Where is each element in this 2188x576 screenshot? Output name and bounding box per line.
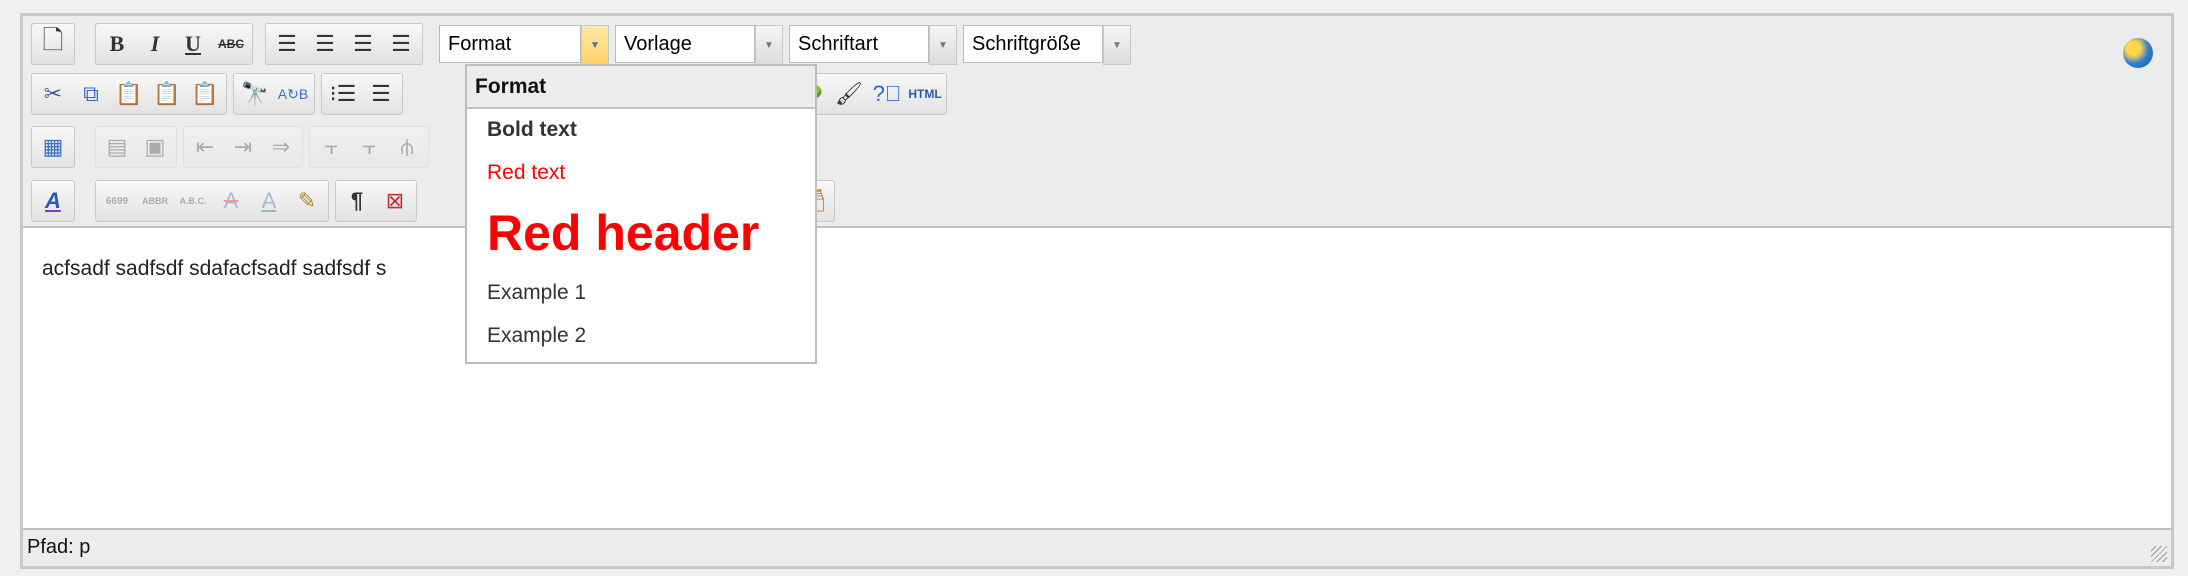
align-left-icon[interactable]: ☰ bbox=[268, 24, 306, 64]
template-select-value[interactable]: Vorlage bbox=[615, 25, 755, 63]
html-source-button[interactable]: HTML bbox=[906, 74, 944, 114]
group-table-props: ▤ ▣ bbox=[95, 126, 177, 168]
cell-props-icon[interactable]: ▣ bbox=[136, 127, 174, 167]
cleanup-brush-icon[interactable]: 🖌 bbox=[830, 74, 868, 114]
font-select[interactable]: Schriftart ▼ bbox=[789, 25, 957, 65]
template-select[interactable]: Vorlage ▼ bbox=[615, 25, 783, 65]
new-document-icon[interactable]: 🗋 bbox=[34, 24, 72, 64]
delete-text-icon[interactable]: A bbox=[212, 181, 250, 221]
group-clipboard: ✂ ⧉ 📋 📋 📋 bbox=[31, 73, 227, 115]
italic-button[interactable]: I bbox=[136, 24, 174, 64]
align-right-icon[interactable]: ☰ bbox=[344, 24, 382, 64]
group-text-style: B I U ABC bbox=[95, 23, 253, 65]
quote-button[interactable]: 6699 bbox=[98, 181, 136, 221]
paste-word-icon[interactable]: 📋 bbox=[186, 74, 224, 114]
find-icon[interactable]: 🔭 bbox=[236, 74, 274, 114]
delete-col-icon[interactable]: ⫛ bbox=[388, 127, 426, 167]
group-cols: ⫟ ⫟ ⫛ bbox=[309, 126, 429, 168]
group-align: ☰ ☰ ☰ ☰ bbox=[265, 23, 423, 65]
align-center-icon[interactable]: ☰ bbox=[306, 24, 344, 64]
chevron-down-icon[interactable]: ▼ bbox=[929, 25, 957, 65]
numbered-list-icon[interactable]: ☰ bbox=[362, 74, 400, 114]
editor-content-area[interactable]: acfsadf sadfsdf sdafacfsadf sadfsdf s bbox=[23, 226, 2171, 530]
bullet-list-icon[interactable]: ⁝☰ bbox=[324, 74, 362, 114]
format-option-red-text[interactable]: Red text bbox=[487, 161, 565, 185]
paste-icon[interactable]: 📋 bbox=[110, 74, 148, 114]
insert-text-icon[interactable]: A bbox=[250, 181, 288, 221]
visual-chars-icon[interactable]: ¶ bbox=[338, 181, 376, 221]
insert-row-after-icon[interactable]: ⇥ bbox=[224, 127, 262, 167]
paste-text-icon[interactable]: 📋 bbox=[148, 74, 186, 114]
font-select-value[interactable]: Schriftart bbox=[789, 25, 929, 63]
format-menu-header: Format bbox=[467, 66, 815, 109]
attributes-icon[interactable]: ✎ bbox=[288, 181, 326, 221]
abbr-button[interactable]: ABBR bbox=[136, 181, 174, 221]
help-icon[interactable]: ?⃝ bbox=[868, 74, 906, 114]
editor-frame: 🗋 B I U ABC ☰ ☰ ☰ ☰ Format ▼ Vorlage ▼ S… bbox=[20, 13, 2174, 569]
insert-col-before-icon[interactable]: ⫟ bbox=[312, 127, 350, 167]
delete-row-icon[interactable]: ⇒ bbox=[262, 127, 300, 167]
group-visual: ¶ ⊠ bbox=[335, 180, 417, 222]
insert-col-after-icon[interactable]: ⫟ bbox=[350, 127, 388, 167]
format-option-example-1[interactable]: Example 1 bbox=[487, 281, 586, 305]
format-select-value[interactable]: Format bbox=[439, 25, 581, 63]
language-globe-icon[interactable] bbox=[2123, 38, 2153, 68]
chevron-down-icon[interactable]: ▼ bbox=[755, 25, 783, 65]
acronym-button[interactable]: A.B.C. bbox=[174, 181, 212, 221]
format-option-red-header[interactable]: Red header bbox=[487, 204, 759, 262]
format-dropdown-menu: Format Bold text Red text Red header Exa… bbox=[465, 64, 817, 364]
group-lists: ⁝☰ ☰ bbox=[321, 73, 403, 115]
cut-icon[interactable]: ✂ bbox=[34, 74, 72, 114]
format-option-bold-text[interactable]: Bold text bbox=[487, 118, 577, 142]
format-select[interactable]: Format ▼ bbox=[439, 25, 609, 65]
fontsize-select[interactable]: Schriftgröße ▼ bbox=[963, 25, 1131, 65]
toolbar-row-1: 🗋 B I U ABC ☰ ☰ ☰ ☰ Format ▼ Vorlage ▼ S… bbox=[31, 22, 1131, 66]
chevron-down-icon[interactable]: ▼ bbox=[581, 25, 609, 65]
row-props-icon[interactable]: ▤ bbox=[98, 127, 136, 167]
strikethrough-button[interactable]: ABC bbox=[212, 24, 250, 64]
replace-icon[interactable]: A↻B bbox=[274, 74, 312, 114]
align-justify-icon[interactable]: ☰ bbox=[382, 24, 420, 64]
group-styles: A bbox=[31, 180, 75, 222]
format-option-example-2[interactable]: Example 2 bbox=[487, 324, 586, 348]
underline-button[interactable]: U bbox=[174, 24, 212, 64]
insert-row-before-icon[interactable]: ⇤ bbox=[186, 127, 224, 167]
group-search: 🔭 A↻B bbox=[233, 73, 315, 115]
fontsize-select-value[interactable]: Schriftgröße bbox=[963, 25, 1103, 63]
bold-button[interactable]: B bbox=[98, 24, 136, 64]
statusbar-path: Pfad: p bbox=[27, 536, 91, 558]
styles-button[interactable]: A bbox=[34, 181, 72, 221]
group-table: ▦ bbox=[31, 126, 75, 168]
editor-text[interactable]: acfsadf sadfsdf sdafacfsadf sadfsdf s bbox=[42, 257, 386, 281]
chevron-down-icon[interactable]: ▼ bbox=[1103, 25, 1131, 65]
group-rows: ⇤ ⇥ ⇒ bbox=[183, 126, 303, 168]
resize-handle-icon[interactable] bbox=[2151, 546, 2167, 562]
group-new: 🗋 bbox=[31, 23, 75, 65]
copy-icon[interactable]: ⧉ bbox=[72, 74, 110, 114]
nonbreaking-icon[interactable]: ⊠ bbox=[376, 181, 414, 221]
table-edit-icon[interactable]: ▦ bbox=[34, 127, 72, 167]
group-citation: 6699 ABBR A.B.C. A A ✎ bbox=[95, 180, 329, 222]
